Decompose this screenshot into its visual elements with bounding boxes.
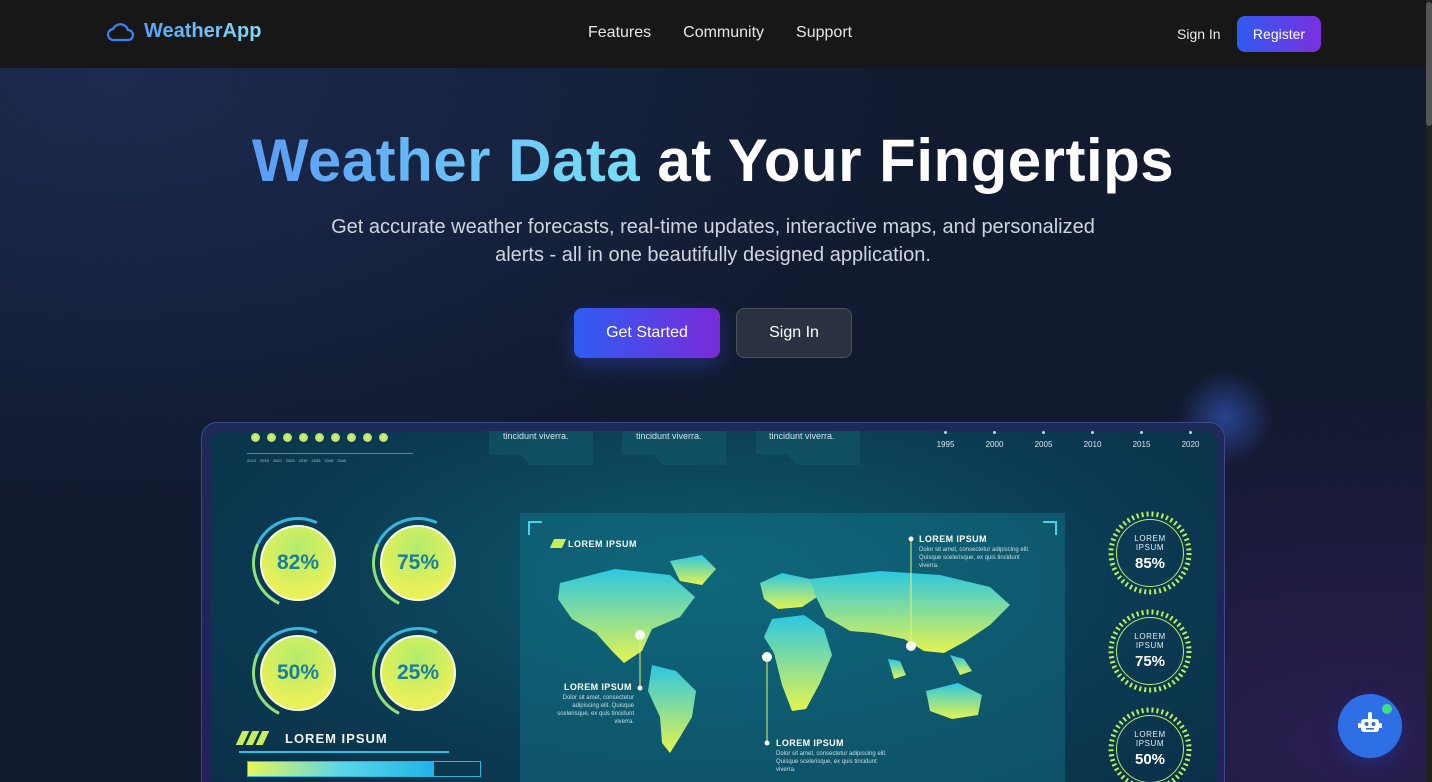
gauge-circle: 75% [380, 525, 456, 601]
year-timeline: 1995 2000 2005 2010 2015 2020 [921, 431, 1215, 449]
ring-value: 50% [1134, 751, 1166, 768]
timeline-dot [331, 433, 340, 442]
scrollbar-thumb[interactable] [1426, 2, 1432, 126]
timeline-dot [299, 433, 308, 442]
gauge-circle: 82% [260, 525, 336, 601]
timeline-dot [379, 433, 388, 442]
ring-label: IPSUM [1135, 641, 1165, 650]
ring-label: LOREM [1134, 632, 1166, 641]
timeline-dot [283, 433, 292, 442]
gauge: 82% [239, 504, 357, 622]
hero-title-accent: Weather Data [251, 127, 641, 194]
ring-label: LOREM [1134, 534, 1166, 543]
mini-year-labels: 2010 2015 2020 2025 2030 2035 2040 2045 [247, 458, 346, 463]
hero-title: Weather Data at Your Fingertips [0, 126, 1426, 195]
chatbot-status-indicator [1380, 702, 1394, 716]
banner-stripes [235, 731, 270, 745]
mini-year: 2035 [311, 458, 321, 463]
gauge-circle: 25% [380, 635, 456, 711]
map-label-desc: Dolor sit amet, consectetur adipiscing e… [557, 695, 634, 725]
timeline-dot [315, 433, 324, 442]
register-button[interactable]: Register [1237, 16, 1321, 52]
gauge-value: 82% [276, 551, 320, 574]
stat-ring: LOREM IPSUM 50% [1108, 707, 1192, 782]
gauge: 25% [359, 614, 477, 732]
top-navbar: WeatherApp Features Community Support Si… [0, 0, 1426, 68]
chatbot-button[interactable] [1338, 694, 1402, 758]
brand-name: WeatherApp [144, 20, 262, 42]
nav-link-features[interactable]: Features [588, 24, 651, 42]
timeline-dot [347, 433, 356, 442]
year-item: 2020 [1166, 431, 1215, 449]
nav-link-community[interactable]: Community [683, 24, 764, 42]
timeline-dot [267, 433, 276, 442]
gauge-value: 75% [396, 551, 440, 574]
year-item: 2000 [970, 431, 1019, 449]
ring-label: IPSUM [1135, 739, 1165, 748]
mini-year: 2030 [298, 458, 308, 463]
timeline-dot [251, 433, 260, 442]
preview-tab-text: tincidunt viverra. [503, 431, 569, 441]
gauge-value: 50% [276, 661, 320, 684]
map-label-title: LOREM IPSUM [564, 682, 632, 692]
dashboard-preview-frame: 2010 2015 2020 2025 2030 2035 2040 2045 … [201, 422, 1225, 782]
mini-year: 2040 [324, 458, 334, 463]
map-label-title: LOREM IPSUM [776, 738, 844, 748]
hero-subtitle-line-1: Get accurate weather forecasts, real-tim… [331, 216, 1095, 238]
mini-year: 2025 [285, 458, 295, 463]
mini-year: 2020 [272, 458, 282, 463]
ring-label: LOREM [1134, 730, 1166, 739]
preview-tab-text: tincidunt viverra. [636, 431, 702, 441]
brand-logo[interactable]: WeatherApp [107, 20, 261, 43]
banner-underline [239, 751, 449, 753]
page-scrollbar[interactable] [1426, 0, 1432, 782]
preview-tab-text: tincidunt viverra. [769, 431, 835, 441]
map-label-desc: Dolor sit amet, consectetur adipiscing e… [919, 547, 1030, 569]
hero-sign-in-button[interactable]: Sign In [736, 308, 852, 358]
gauge-circle: 50% [260, 635, 336, 711]
timeline-dot [363, 433, 372, 442]
gauge: 75% [359, 504, 477, 622]
progress-bar [247, 761, 481, 777]
stat-ring: LOREM IPSUM 75% [1108, 609, 1192, 693]
progress-bar-fill [248, 762, 434, 776]
cloud-icon [107, 21, 134, 43]
hero-title-rest: at Your Fingertips [640, 127, 1175, 194]
nav-link-support[interactable]: Support [796, 24, 852, 42]
year-item: 2010 [1068, 431, 1117, 449]
ring-label: IPSUM [1135, 543, 1165, 552]
year-item: 2015 [1117, 431, 1166, 449]
year-item: 2005 [1019, 431, 1068, 449]
timeline-dots [251, 433, 388, 442]
mini-year: 2015 [259, 458, 269, 463]
nav-sign-in-link[interactable]: Sign In [1177, 26, 1221, 42]
map-label-title: LOREM IPSUM [919, 534, 987, 544]
gauge-value: 25% [396, 661, 440, 684]
banner-text: LOREM IPSUM [285, 731, 388, 746]
timeline-axis [247, 453, 413, 454]
get-started-button[interactable]: Get Started [574, 308, 720, 358]
world-map-panel: LOREM IPSUM LOREM IPSUM Dolor sit amet, … [520, 513, 1065, 782]
year-item: 1995 [921, 431, 970, 449]
main-nav: Features Community Support [588, 24, 852, 42]
dashboard-preview-image: 2010 2015 2020 2025 2030 2035 2040 2045 … [211, 431, 1217, 782]
ring-value: 75% [1134, 653, 1166, 670]
ring-value: 85% [1134, 555, 1166, 572]
stat-ring: LOREM IPSUM 85% [1108, 511, 1192, 595]
hero-subtitle-line-2: alerts - all in one beautifully designed… [495, 244, 931, 266]
hero-subtitle: Get accurate weather forecasts, real-tim… [313, 213, 1113, 269]
mini-year: 2045 [337, 458, 347, 463]
map-label-desc: Dolor sit amet, consectetur adipiscing e… [776, 751, 887, 773]
gauge: 50% [239, 614, 357, 732]
mini-year: 2010 [247, 458, 256, 463]
robot-icon [1357, 711, 1383, 741]
